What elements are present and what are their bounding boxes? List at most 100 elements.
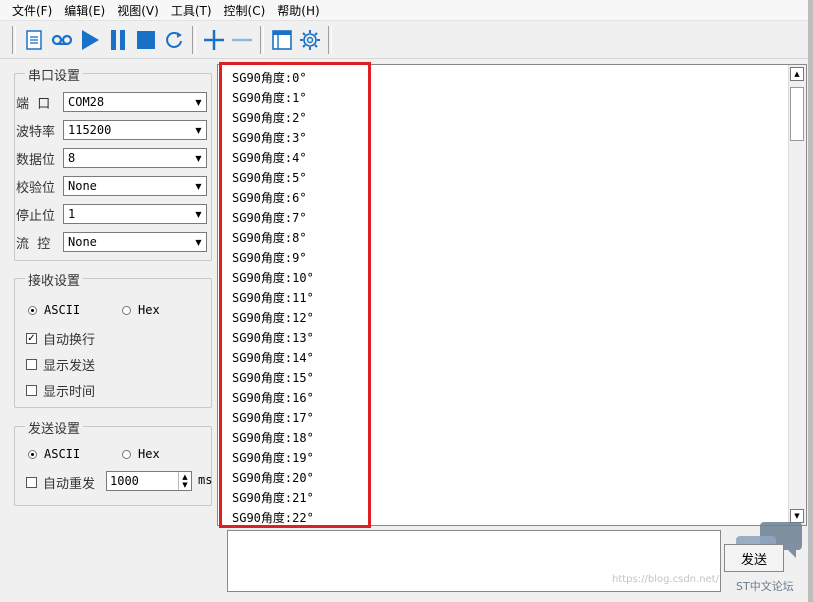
receive-line: SG90角度:5°: [232, 171, 307, 185]
stopbits-label: 停止位: [16, 208, 56, 224]
databits-label: 数据位: [16, 152, 56, 168]
document-icon[interactable]: [20, 26, 48, 54]
stopbits-row: 停止位: [16, 203, 63, 225]
parity-label: 校验位: [16, 180, 56, 196]
receive-hex-label: Hex: [138, 303, 160, 317]
resend-interval-value: 1000: [110, 474, 139, 488]
chevron-down-icon: ▼: [195, 237, 202, 247]
flow-value: None: [68, 235, 97, 249]
baud-label: 波特率: [16, 124, 56, 140]
receive-line: SG90角度:2°: [232, 111, 307, 125]
parity-select[interactable]: None ▼: [63, 176, 207, 196]
menu-tools[interactable]: 工具(T): [164, 2, 217, 19]
show-send-label: 显示发送: [43, 359, 96, 374]
receive-scrollbar[interactable]: ▲ ▼: [788, 65, 806, 525]
receive-line: SG90角度:7°: [232, 211, 307, 225]
receive-hex-radio[interactable]: Hex: [122, 303, 160, 317]
send-hex-label: Hex: [138, 447, 160, 461]
window-edge: [808, 0, 813, 602]
stop-icon[interactable]: [132, 26, 160, 54]
receive-line: SG90角度:17°: [232, 411, 314, 425]
baud-select[interactable]: 115200 ▼: [63, 120, 207, 140]
checkmark-icon: ✓: [26, 333, 37, 344]
plus-icon[interactable]: [200, 26, 228, 54]
stopbits-select[interactable]: 1 ▼: [63, 204, 207, 224]
chevron-down-icon: ▼: [195, 153, 202, 163]
receive-line: SG90角度:10°: [232, 271, 314, 285]
checkbox-empty-icon: [26, 477, 37, 488]
stepper-arrows-icon[interactable]: ▲ ▼: [178, 472, 191, 490]
port-label: 端 口: [16, 96, 51, 112]
play-icon[interactable]: [76, 26, 104, 54]
databits-row: 数据位: [16, 147, 63, 169]
receive-textarea[interactable]: SG90角度:0° SG90角度:1° SG90角度:2° SG90角度:3° SG90…: [217, 64, 807, 526]
refresh-icon[interactable]: [160, 26, 188, 54]
show-time-checkbox[interactable]: 显示时间: [26, 381, 95, 400]
menu-help[interactable]: 帮助(H): [270, 2, 324, 19]
port-value: COM28: [68, 95, 105, 109]
receive-line: SG90角度:14°: [232, 351, 314, 365]
receive-line: SG90角度:21°: [232, 491, 314, 505]
receive-line: SG90角度:6°: [232, 191, 307, 205]
show-time-label: 显示时间: [43, 385, 96, 400]
receive-settings-title: 接收设置: [25, 270, 84, 289]
menu-view[interactable]: 视图(V): [110, 2, 164, 19]
auto-resend-label: 自动重发: [43, 477, 96, 492]
receive-line: SG90角度:19°: [232, 451, 314, 465]
show-send-checkbox[interactable]: 显示发送: [26, 355, 95, 374]
record-icon[interactable]: [48, 26, 76, 54]
interval-unit: ms: [198, 473, 213, 487]
receive-line: SG90角度:4°: [232, 151, 307, 165]
minus-icon[interactable]: [228, 26, 256, 54]
port-select[interactable]: COM28 ▼: [63, 92, 207, 112]
receive-line: SG90角度:18°: [232, 431, 314, 445]
send-settings-title: 发送设置: [25, 418, 84, 437]
send-hex-radio[interactable]: Hex: [122, 447, 160, 461]
receive-line: SG90角度:8°: [232, 231, 307, 245]
window-icon[interactable]: [268, 26, 296, 54]
receive-ascii-label: ASCII: [44, 303, 81, 317]
menu-file[interactable]: 文件(F): [0, 2, 57, 19]
receive-lines: SG90角度:0° SG90角度:1° SG90角度:2° SG90角度:3° SG90…: [232, 68, 314, 528]
flow-label: 流 控: [16, 236, 51, 252]
resend-interval-stepper[interactable]: 1000 ▲ ▼: [106, 471, 192, 491]
parity-value: None: [68, 179, 97, 193]
serial-settings-title: 串口设置: [25, 65, 84, 84]
radio-selected-icon: [28, 449, 37, 459]
toolbar: [0, 21, 813, 59]
receive-line: SG90角度:16°: [232, 391, 314, 405]
send-ascii-radio[interactable]: ASCII: [28, 447, 80, 461]
gear-icon[interactable]: [296, 26, 324, 54]
databits-select[interactable]: 8 ▼: [63, 148, 207, 168]
send-ascii-label: ASCII: [44, 447, 81, 461]
chevron-down-icon: ▼: [195, 97, 202, 107]
menu-control[interactable]: 控制(C): [217, 2, 271, 19]
send-button[interactable]: 发送: [724, 544, 784, 572]
autowrap-checkbox[interactable]: ✓ 自动换行: [26, 329, 95, 348]
brand-text: ST中文论坛: [736, 580, 794, 593]
settings-panel: 串口设置 端 口 COM28 ▼ 波特率 115200 ▼ 数据位 8 ▼ 校验…: [0, 60, 216, 602]
receive-line: SG90角度:13°: [232, 331, 314, 345]
toolbar-separator: [328, 25, 332, 54]
receive-line: SG90角度:15°: [232, 371, 314, 385]
receive-ascii-radio[interactable]: ASCII: [28, 303, 80, 317]
scroll-up-icon[interactable]: ▲: [790, 67, 804, 81]
flow-row: 流 控: [16, 231, 63, 253]
auto-resend-checkbox[interactable]: 自动重发: [26, 473, 95, 492]
receive-line: SG90角度:0°: [232, 71, 307, 85]
radio-selected-icon: [28, 305, 37, 315]
receive-line: SG90角度:20°: [232, 471, 314, 485]
autowrap-label: 自动换行: [43, 333, 96, 348]
scroll-thumb[interactable]: [790, 87, 804, 141]
baud-row: 波特率: [16, 119, 63, 141]
menu-edit[interactable]: 编辑(E): [57, 2, 110, 19]
flow-select[interactable]: None ▼: [63, 232, 207, 252]
stopbits-value: 1: [68, 207, 76, 221]
parity-row: 校验位: [16, 175, 63, 197]
menu-bar: 文件(F) 编辑(E) 视图(V) 工具(T) 控制(C) 帮助(H): [0, 0, 813, 21]
checkbox-empty-icon: [26, 385, 37, 396]
toolbar-separator: [192, 25, 196, 54]
receive-line: SG90角度:1°: [232, 91, 307, 105]
pause-icon[interactable]: [104, 26, 132, 54]
send-settings-group: 发送设置: [14, 418, 212, 506]
